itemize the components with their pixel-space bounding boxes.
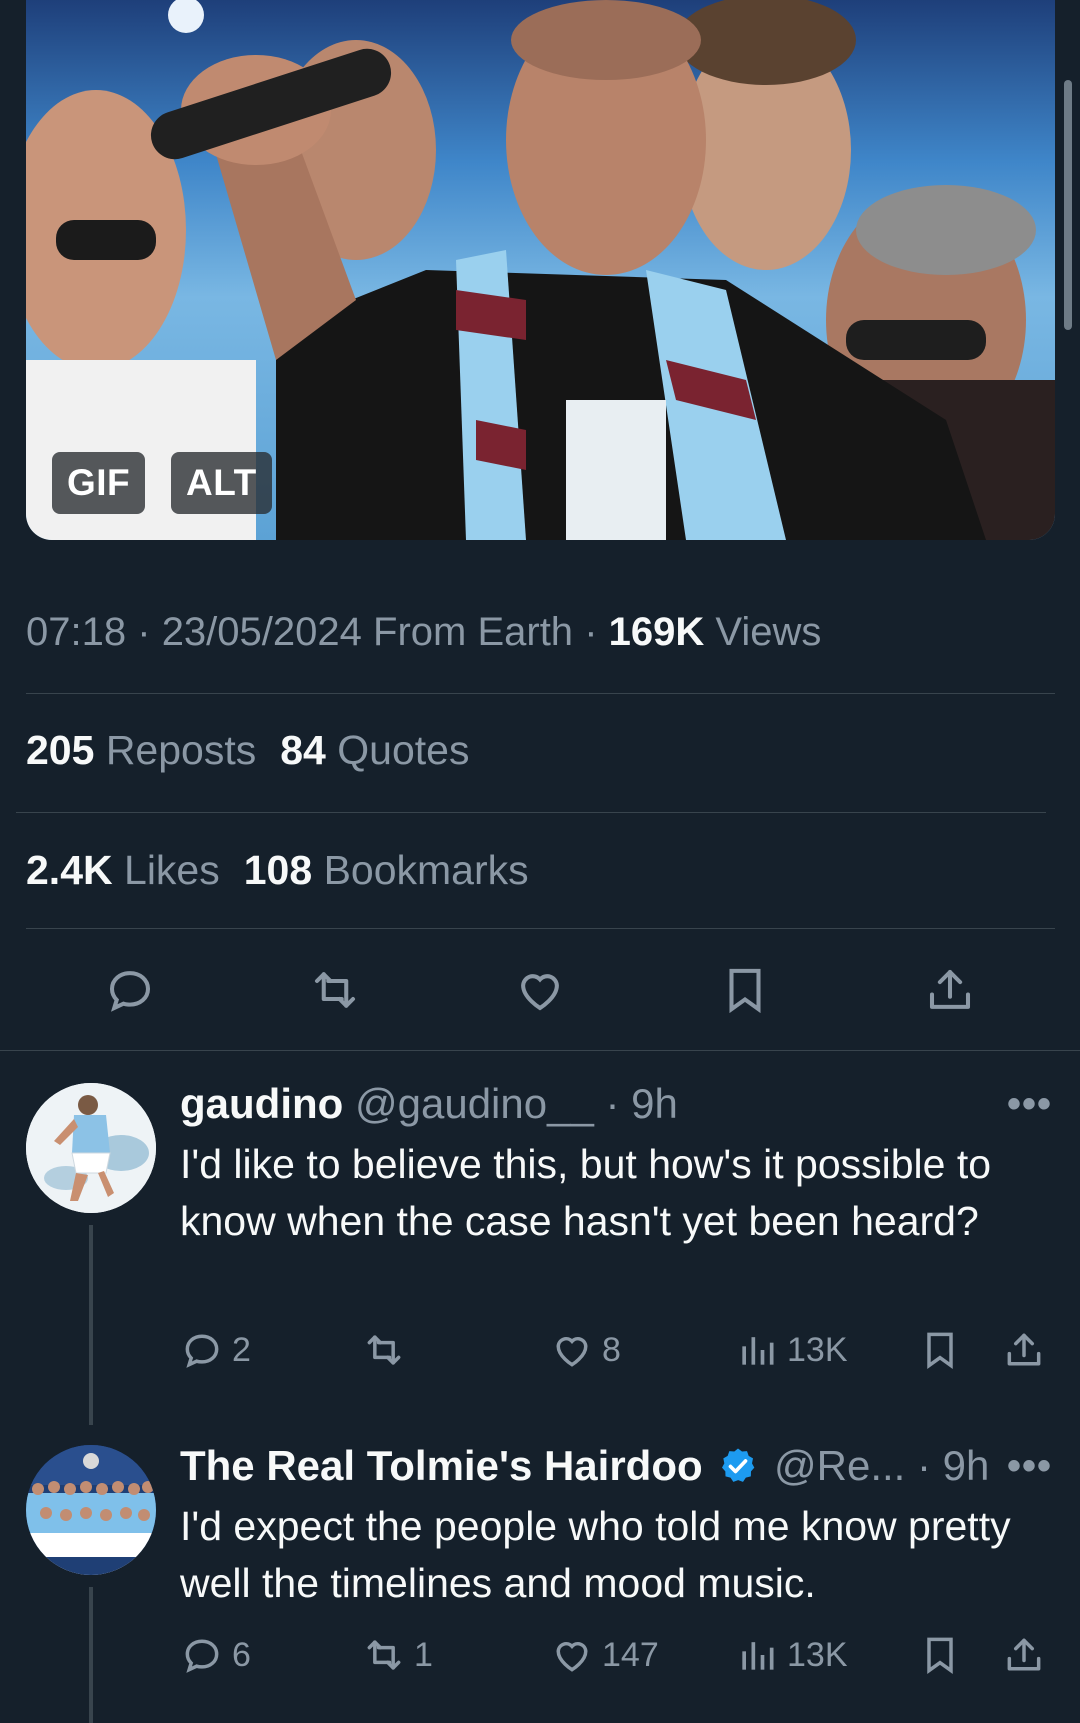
repost-icon — [314, 972, 356, 1008]
tweet-date: 23/05/2024 — [161, 610, 362, 654]
author-handle[interactable]: @gaudino__ — [355, 1080, 594, 1127]
tweet-action-bar — [0, 955, 1080, 1025]
repost-icon — [367, 1335, 401, 1365]
divider — [0, 1050, 1080, 1051]
reply-header: The Real Tolmie's Hairdoo @Re... · 9h — [180, 1442, 989, 1490]
bookmark-icon — [927, 1332, 953, 1369]
like-bookmark-stats: 2.4K Likes 108 Bookmarks — [26, 847, 529, 894]
likes-stat[interactable]: 2.4K Likes — [26, 847, 220, 893]
avatar-image — [26, 1083, 156, 1213]
meta-separator: · — [137, 610, 151, 654]
repost-button[interactable] — [300, 955, 370, 1025]
bookmark-icon — [729, 968, 761, 1014]
repost-button[interactable]: 1 — [362, 1627, 433, 1683]
tweet-meta-line: 07:18 · 23/05/2024 From Earth · 169K Vie… — [26, 610, 821, 655]
reposts-stat[interactable]: 205 Reposts — [26, 727, 256, 773]
author-handle[interactable]: @Re... — [774, 1442, 905, 1489]
reply-action-bar: 6 1 147 13K — [0, 1627, 1080, 1683]
scrollbar[interactable] — [1064, 80, 1072, 330]
reply-time[interactable]: · 9h — [606, 1080, 678, 1127]
reply-text: I'd expect the people who told me know p… — [180, 1503, 1011, 1606]
verified-badge-icon[interactable] — [718, 1446, 758, 1486]
like-icon — [556, 1642, 588, 1672]
reply-time[interactable]: · 9h — [917, 1442, 989, 1489]
analytics-icon — [742, 1337, 774, 1365]
likes-label: Likes — [124, 847, 220, 893]
like-count: 147 — [602, 1635, 659, 1674]
quotes-count: 84 — [280, 727, 326, 773]
views-button[interactable]: 13K — [735, 1322, 848, 1378]
repost-count: 1 — [414, 1635, 433, 1674]
like-button[interactable]: 8 — [550, 1322, 621, 1378]
like-count: 8 — [602, 1330, 621, 1369]
bookmarks-stat[interactable]: 108 Bookmarks — [244, 847, 529, 893]
reply-action-bar: 2 8 13K — [0, 1322, 1080, 1378]
share-button[interactable] — [915, 955, 985, 1025]
author-name[interactable]: The Real Tolmie's Hairdoo — [180, 1442, 703, 1489]
reply-button[interactable] — [95, 955, 165, 1025]
like-icon — [521, 974, 559, 1011]
quotes-label: Quotes — [337, 727, 470, 773]
repost-button[interactable] — [362, 1322, 414, 1378]
views-count: 13K — [787, 1330, 848, 1369]
divider — [16, 812, 1046, 813]
reply-icon — [185, 1639, 219, 1673]
views-count: 13K — [787, 1635, 848, 1674]
divider — [26, 693, 1055, 694]
alt-text-button[interactable]: ALT — [171, 452, 272, 514]
reply-icon — [109, 971, 151, 1012]
quotes-stat[interactable]: 84 Quotes — [280, 727, 469, 773]
bookmark-icon — [927, 1637, 953, 1674]
bookmarks-count: 108 — [243, 847, 313, 893]
like-icon — [556, 1337, 588, 1367]
share-icon — [1007, 1333, 1041, 1366]
more-options-button[interactable]: ••• — [1007, 1444, 1052, 1489]
avatar-image — [26, 1445, 156, 1575]
reposts-count: 205 — [26, 727, 95, 773]
reply-count: 2 — [232, 1330, 251, 1369]
gif-badge[interactable]: GIF — [52, 452, 146, 514]
bookmark-button[interactable] — [918, 1627, 962, 1683]
views-count: 169K — [608, 610, 705, 654]
tweet-time: 07:18 — [26, 610, 127, 654]
more-options-button[interactable]: ••• — [1007, 1082, 1052, 1127]
share-icon — [1007, 1638, 1041, 1671]
share-button[interactable] — [1002, 1322, 1046, 1378]
reply-header: gaudino @gaudino__ · 9h — [180, 1080, 678, 1128]
share-button[interactable] — [1002, 1627, 1046, 1683]
repost-quote-stats: 205 Reposts 84 Quotes — [26, 727, 469, 774]
bookmark-button[interactable] — [918, 1322, 962, 1378]
reposts-label: Reposts — [105, 727, 257, 773]
tweet-media-gif[interactable]: GIF ALT — [26, 0, 1055, 540]
tweet-source: From Earth — [373, 610, 574, 654]
reply-button[interactable]: 2 — [180, 1322, 251, 1378]
share-icon — [929, 969, 971, 1009]
divider — [26, 928, 1055, 929]
author-name[interactable]: gaudino — [180, 1080, 343, 1127]
bookmark-button[interactable] — [710, 955, 780, 1025]
tweet-detail-page: GIF ALT 07:18 · 23/05/2024 From Earth · … — [0, 0, 1080, 1723]
meta-separator: · — [584, 610, 598, 654]
reply-count: 6 — [232, 1635, 251, 1674]
avatar[interactable] — [26, 1083, 156, 1213]
views-label[interactable]: Views — [715, 610, 821, 654]
like-button[interactable]: 147 — [550, 1627, 659, 1683]
bookmarks-label: Bookmarks — [323, 847, 529, 893]
reply-button[interactable]: 6 — [180, 1627, 251, 1683]
views-button[interactable]: 13K — [735, 1627, 848, 1683]
repost-icon — [367, 1640, 401, 1670]
reply-text: I'd like to believe this, but how's it p… — [180, 1141, 992, 1244]
like-button[interactable] — [505, 955, 575, 1025]
avatar[interactable] — [26, 1445, 156, 1575]
analytics-icon — [742, 1642, 774, 1670]
reply-icon — [185, 1334, 219, 1368]
likes-count: 2.4K — [26, 847, 113, 893]
